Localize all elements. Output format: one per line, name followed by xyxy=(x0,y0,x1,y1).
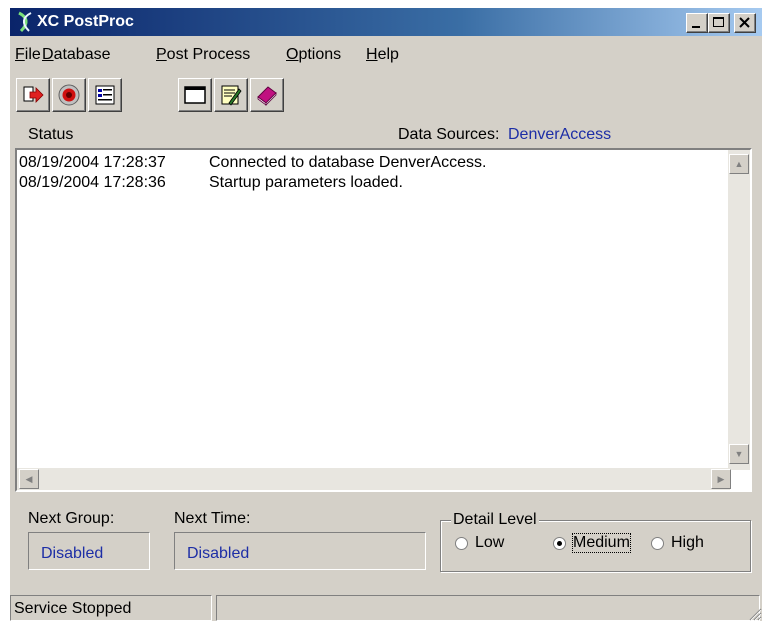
book-icon xyxy=(257,86,277,106)
vertical-scrollbar[interactable]: ▲ ▼ xyxy=(728,150,750,470)
next-time-label: Next Time: xyxy=(174,510,251,527)
resize-grip-icon[interactable] xyxy=(746,605,762,621)
minimize-icon xyxy=(692,26,700,28)
record-button[interactable] xyxy=(52,78,86,112)
log-list[interactable]: 08/19/2004 17:28:37 Connected to databas… xyxy=(15,148,752,492)
detail-level-title: Detail Level xyxy=(451,511,539,529)
edit-icon xyxy=(221,85,242,106)
minimize-button[interactable] xyxy=(686,13,708,33)
menu-database[interactable]: Database xyxy=(42,46,111,64)
data-sources-value[interactable]: DenverAccess xyxy=(508,126,642,144)
radio-high[interactable] xyxy=(651,537,664,550)
maximize-icon xyxy=(713,17,724,27)
log-time: 08/19/2004 17:28:37 xyxy=(19,154,166,171)
log-message: Connected to database DenverAccess. xyxy=(209,154,487,171)
radio-medium[interactable] xyxy=(553,537,566,550)
menu-options[interactable]: Options xyxy=(286,46,341,64)
detail-level-group: Detail Level Low Medium High xyxy=(440,511,751,572)
title-bar[interactable]: XC PostProc xyxy=(10,8,762,36)
book-button[interactable] xyxy=(250,78,284,112)
close-button[interactable] xyxy=(734,13,756,33)
list-icon xyxy=(95,85,115,105)
status-pane-empty xyxy=(216,595,760,621)
menu-bar: File Database Post Process Options Help xyxy=(10,38,762,66)
next-group-value: Disabled xyxy=(41,545,104,562)
radio-medium-label[interactable]: Medium xyxy=(572,533,631,553)
next-time-value: Disabled xyxy=(187,545,250,562)
menu-file[interactable]: File xyxy=(15,46,41,64)
radio-low[interactable] xyxy=(455,537,468,550)
toolbar xyxy=(10,78,762,118)
scroll-left-button[interactable]: ◀ xyxy=(19,469,39,489)
next-group-field: Disabled xyxy=(28,532,150,570)
arrow-up-icon: ▲ xyxy=(734,159,744,169)
record-icon xyxy=(58,84,80,106)
next-group-label: Next Group: xyxy=(28,510,115,527)
horizontal-scrollbar[interactable]: ◀ ▶ xyxy=(17,468,731,490)
log-message: Startup parameters loaded. xyxy=(209,174,403,191)
edit-button[interactable] xyxy=(214,78,248,112)
menu-post-process[interactable]: Post Process xyxy=(156,46,250,64)
data-sources-label: Data Sources: xyxy=(398,126,500,143)
window-icon xyxy=(184,86,206,104)
app-logo-icon xyxy=(18,11,32,33)
window-title: XC PostProc xyxy=(37,13,134,30)
log-view-button[interactable] xyxy=(88,78,122,112)
exit-icon xyxy=(23,86,44,103)
close-icon xyxy=(739,17,750,28)
service-status-text: Service Stopped xyxy=(14,600,132,617)
exit-button[interactable] xyxy=(16,78,50,112)
scroll-right-button[interactable]: ▶ xyxy=(711,469,731,489)
radio-high-label[interactable]: High xyxy=(671,534,704,552)
maximize-button[interactable] xyxy=(708,13,730,33)
app-window: XC PostProc File Database Post Process O… xyxy=(10,8,762,621)
arrow-down-icon: ▼ xyxy=(734,449,744,459)
radio-low-label[interactable]: Low xyxy=(475,534,504,552)
arrow-left-icon: ◀ xyxy=(25,474,33,484)
next-time-field: Disabled xyxy=(174,532,426,570)
menu-help[interactable]: Help xyxy=(366,46,399,64)
arrow-right-icon: ▶ xyxy=(717,474,725,484)
status-label: Status xyxy=(28,126,74,143)
scroll-down-button[interactable]: ▼ xyxy=(729,444,749,464)
status-pane-service: Service Stopped xyxy=(10,595,212,621)
log-time: 08/19/2004 17:28:36 xyxy=(19,174,166,191)
log-entry: 08/19/2004 17:28:37 Connected to databas… xyxy=(19,154,487,172)
status-bar: Service Stopped xyxy=(10,593,762,621)
log-entry: 08/19/2004 17:28:36 Startup parameters l… xyxy=(19,174,403,192)
scroll-up-button[interactable]: ▲ xyxy=(729,154,749,174)
window-button[interactable] xyxy=(178,78,212,112)
